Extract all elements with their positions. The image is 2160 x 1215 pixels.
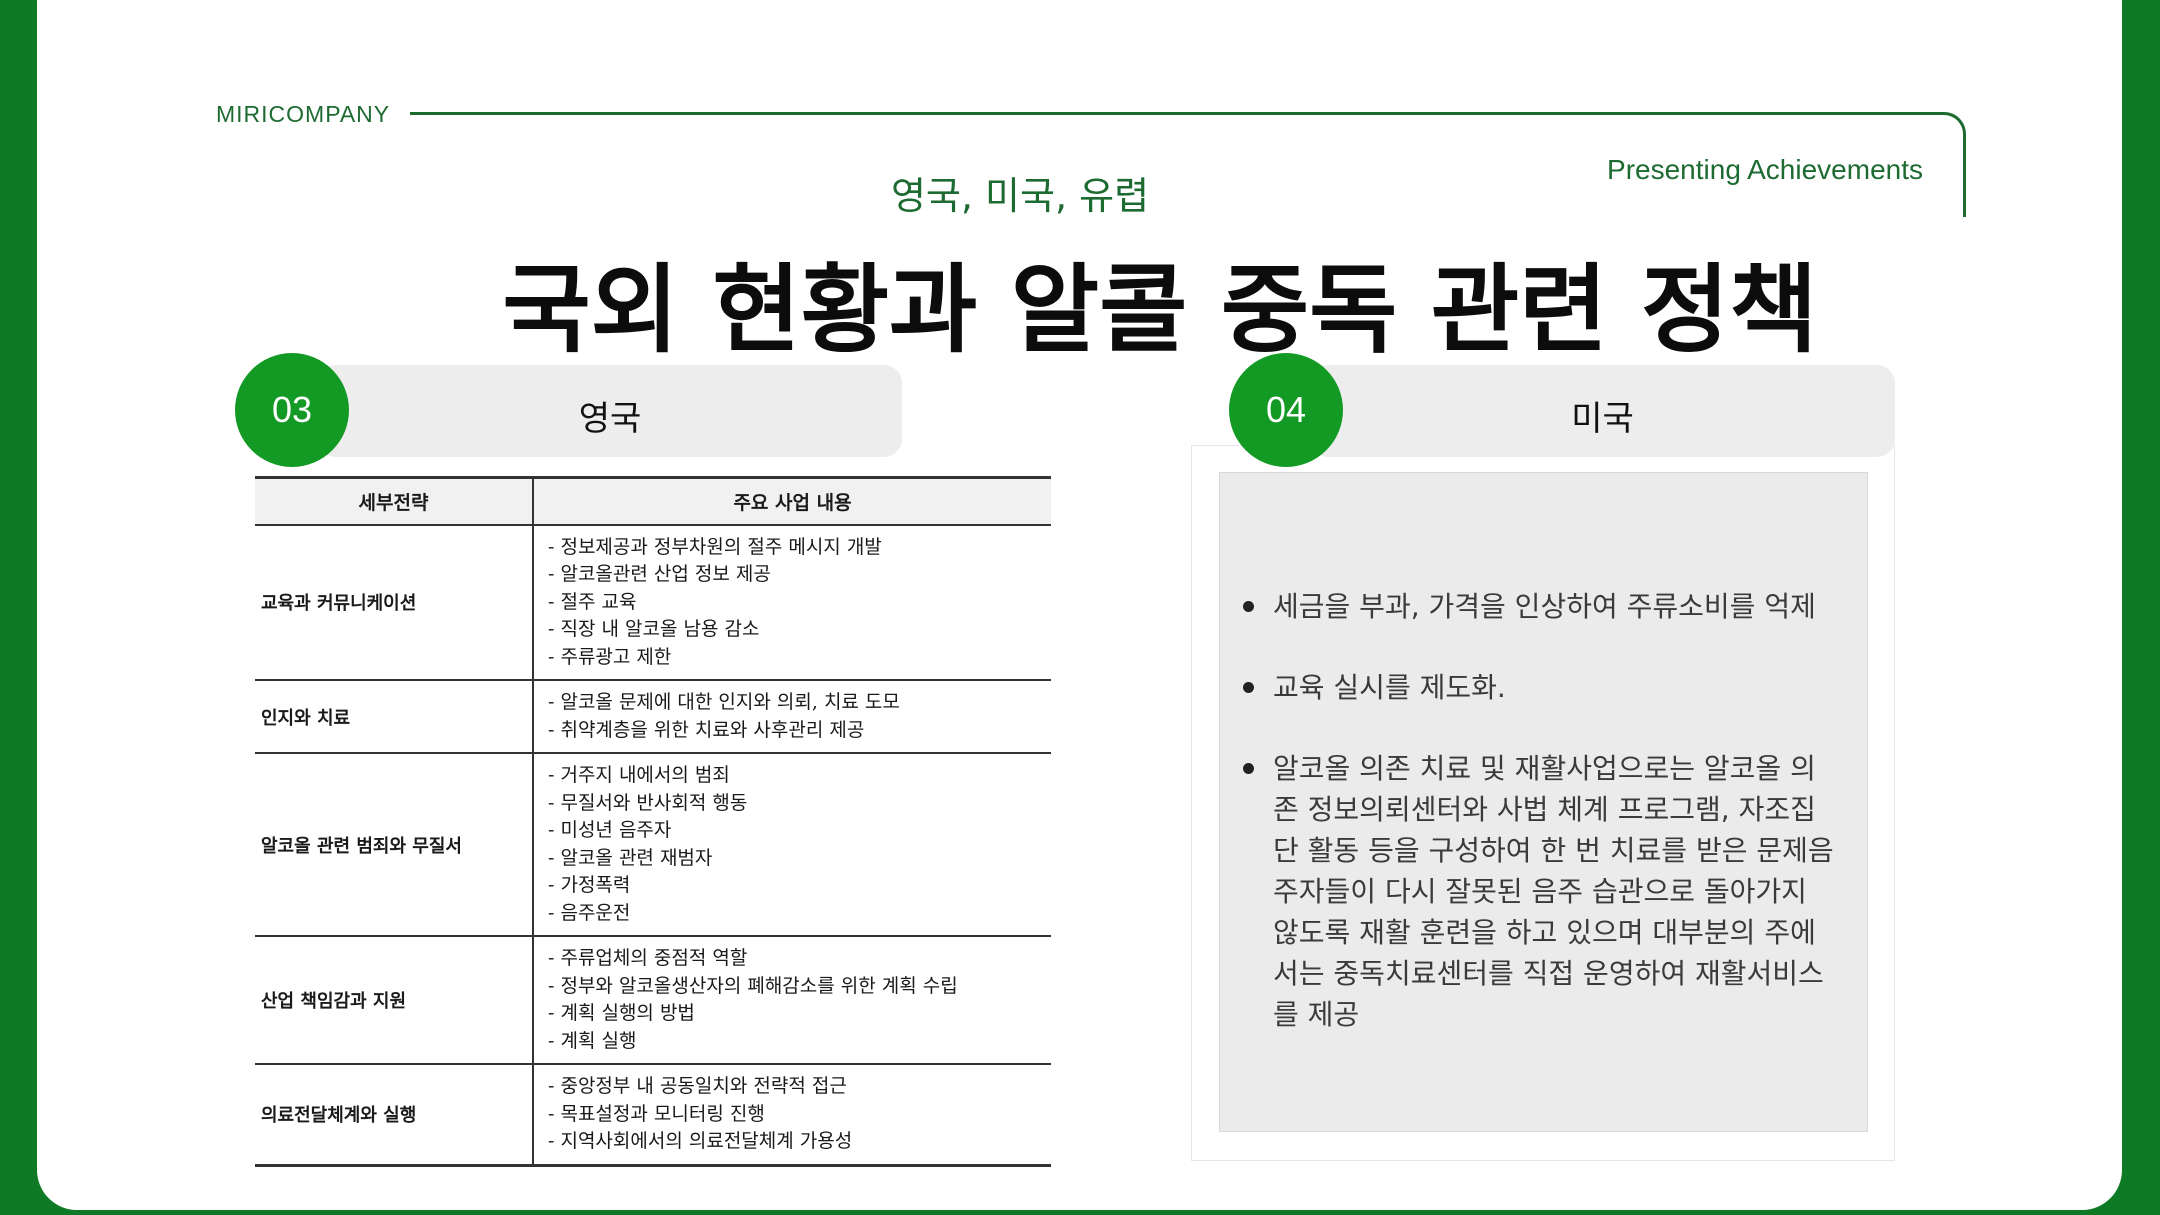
- bullet-dot-icon: [1243, 763, 1254, 774]
- list-item-line: 알코올 의존 치료 및 재활사업으로는 알코올 의: [1273, 752, 1816, 785]
- content-item: - 미성년 음주자: [548, 819, 672, 841]
- content-item: - 알코올 문제에 대한 인지와 의뢰, 치료 도모: [548, 691, 900, 713]
- us-section-label: 미국: [1571, 399, 1634, 439]
- slide-subtitle: 영국, 미국, 유렵: [0, 165, 2160, 220]
- content-item: - 목표설정과 모니터링 진행: [548, 1102, 765, 1125]
- content-item: - 알코올관련 산업 정보 제공: [548, 563, 771, 585]
- bullet-dot-icon: [1243, 682, 1254, 693]
- uk-section-tab: 영국: [318, 365, 902, 457]
- list-item-line: 서는 중독치료센터를 직접 운영하여 재활서비스: [1273, 957, 1824, 990]
- content-item: - 절주 교육: [548, 590, 637, 613]
- strategy-cell: 알코올 관련 범죄와 무질서: [255, 753, 534, 937]
- content-item: - 정부와 알코올생산자의 폐해감소를 위한 계획 수립: [548, 974, 958, 997]
- content-item: - 계획 실행: [548, 1029, 637, 1052]
- slide-title: 국외 현황과 알콜 중독 관련 정책: [0, 232, 2160, 371]
- content-item: - 가정폭력: [548, 874, 631, 896]
- content-item: - 알코올 관련 재범자: [548, 846, 713, 869]
- content-item: - 주류업체의 중점적 역할: [548, 947, 748, 969]
- content-item: - 주류광고 제한: [548, 645, 672, 668]
- content-cell: - 알코올 문제에 대한 인지와 의뢰, 치료 도모 - 취약계층을 위한 치료와…: [533, 680, 1051, 754]
- content-item: - 계획 실행의 방법: [548, 1002, 695, 1024]
- list-item-line: 단 활동 등을 구성하여 한 번 치료를 받은 문제음: [1273, 834, 1834, 867]
- table-header-content: 주요 사업 내용: [533, 476, 1051, 526]
- content-cell: - 주류업체의 중점적 역할 - 정부와 알코올생산자의 폐해감소를 위한 계획 …: [533, 936, 1051, 1065]
- content-cell: - 거주지 내에서의 범죄 - 무질서와 반사회적 행동 - 미성년 음주자 - 알코…: [533, 753, 1051, 937]
- content-cell: - 정보제공과 정부차원의 절주 메시지 개발 - 알코올관련 산업 정보 제공 -…: [533, 524, 1051, 681]
- slide-title-text: 국외 현황과 알콜 중독 관련 정책: [502, 254, 1818, 366]
- table-header-strategy: 세부전략: [255, 476, 534, 526]
- table-row: 교육과 커뮤니케이션 - 정보제공과 정부차원의 절주 메시지 개발 - 알코올관련…: [255, 524, 1051, 681]
- brand-name: MIRICOMPANY: [216, 101, 391, 127]
- content-cell: - 중앙정부 내 공동일치와 전략적 접근 - 목표설정과 모니터링 진행 - 지역…: [533, 1064, 1051, 1167]
- table-header-row: 세부전략 주요 사업 내용: [255, 476, 1051, 526]
- strategy-cell: 교육과 커뮤니케이션: [255, 524, 534, 681]
- list-item-line: 주자들이 다시 잘못된 음주 습관으로 돌아가지: [1273, 875, 1807, 908]
- content-item: - 직장 내 알코올 남용 감소: [548, 618, 760, 640]
- table-row: 알코올 관련 범죄와 무질서 - 거주지 내에서의 범죄 - 무질서와 반사회적 행…: [255, 753, 1051, 937]
- list-item: 교육 실시를 제도화.: [1241, 667, 1841, 708]
- strategy-cell: 인지와 치료: [255, 680, 534, 754]
- table-row: 산업 책임감과 지원 - 주류업체의 중점적 역할 - 정부와 알코올생산자의 폐해…: [255, 936, 1051, 1065]
- uk-section-number-badge: 03: [235, 353, 349, 467]
- list-item: 세금을 부과, 가격을 인상하여 주류소비를 억제: [1241, 586, 1841, 627]
- list-item: 알코올 의존 치료 및 재활사업으로는 알코올 의존 정보의뢰센터와 사법 체계…: [1241, 748, 1841, 1035]
- table-row: 인지와 치료 - 알코올 문제에 대한 인지와 의뢰, 치료 도모 - 취약계층을 …: [255, 680, 1051, 754]
- us-policy-list: 세금을 부과, 가격을 인상하여 주류소비를 억제교육 실시를 제도화. 알코올 …: [1241, 586, 1841, 1075]
- uk-section-label: 영국: [578, 399, 642, 439]
- bullet-dot-icon: [1243, 601, 1254, 612]
- strategy-cell: 의료전달체계와 실행: [255, 1064, 534, 1167]
- content-item: - 중앙정부 내 공동일치와 전략적 접근: [548, 1075, 847, 1097]
- strategy-cell: 산업 책임감과 지원: [255, 936, 534, 1065]
- content-item: - 음주운전: [548, 901, 631, 924]
- table-row: 의료전달체계와 실행 - 중앙정부 내 공동일치와 전략적 접근 - 목표설정과 모…: [255, 1064, 1051, 1167]
- slide-subtitle-text: 영국, 미국, 유렵: [890, 174, 1150, 218]
- us-section-number-badge: 04: [1229, 353, 1343, 467]
- list-item-line: 않도록 재활 훈련을 하고 있으며 대부분의 주에: [1273, 916, 1816, 949]
- list-item-line: 교육 실시를 제도화.: [1273, 671, 1506, 704]
- uk-strategy-table: 세부전략 주요 사업 내용 교육과 커뮤니케이션 - 정보제공과 정부차원의 절주…: [255, 476, 1051, 1167]
- content-item: - 정보제공과 정부차원의 절주 메시지 개발: [548, 535, 882, 558]
- us-section-tab: 미국: [1310, 365, 1895, 457]
- content-item: - 지역사회에서의 의료전달체계 가용성: [548, 1130, 853, 1152]
- list-item-line: 를 제공: [1273, 998, 1360, 1031]
- list-item-line: 존 정보의뢰센터와 사법 체계 프로그램, 자조집: [1273, 793, 1816, 826]
- content-item: - 무질서와 반사회적 행동: [548, 791, 748, 814]
- content-item: - 거주지 내에서의 범죄: [548, 764, 730, 786]
- content-item: - 취약계층을 위한 치료와 사후관리 제공: [548, 718, 865, 741]
- list-item-line: 세금을 부과, 가격을 인상하여 주류소비를 억제: [1273, 590, 1816, 623]
